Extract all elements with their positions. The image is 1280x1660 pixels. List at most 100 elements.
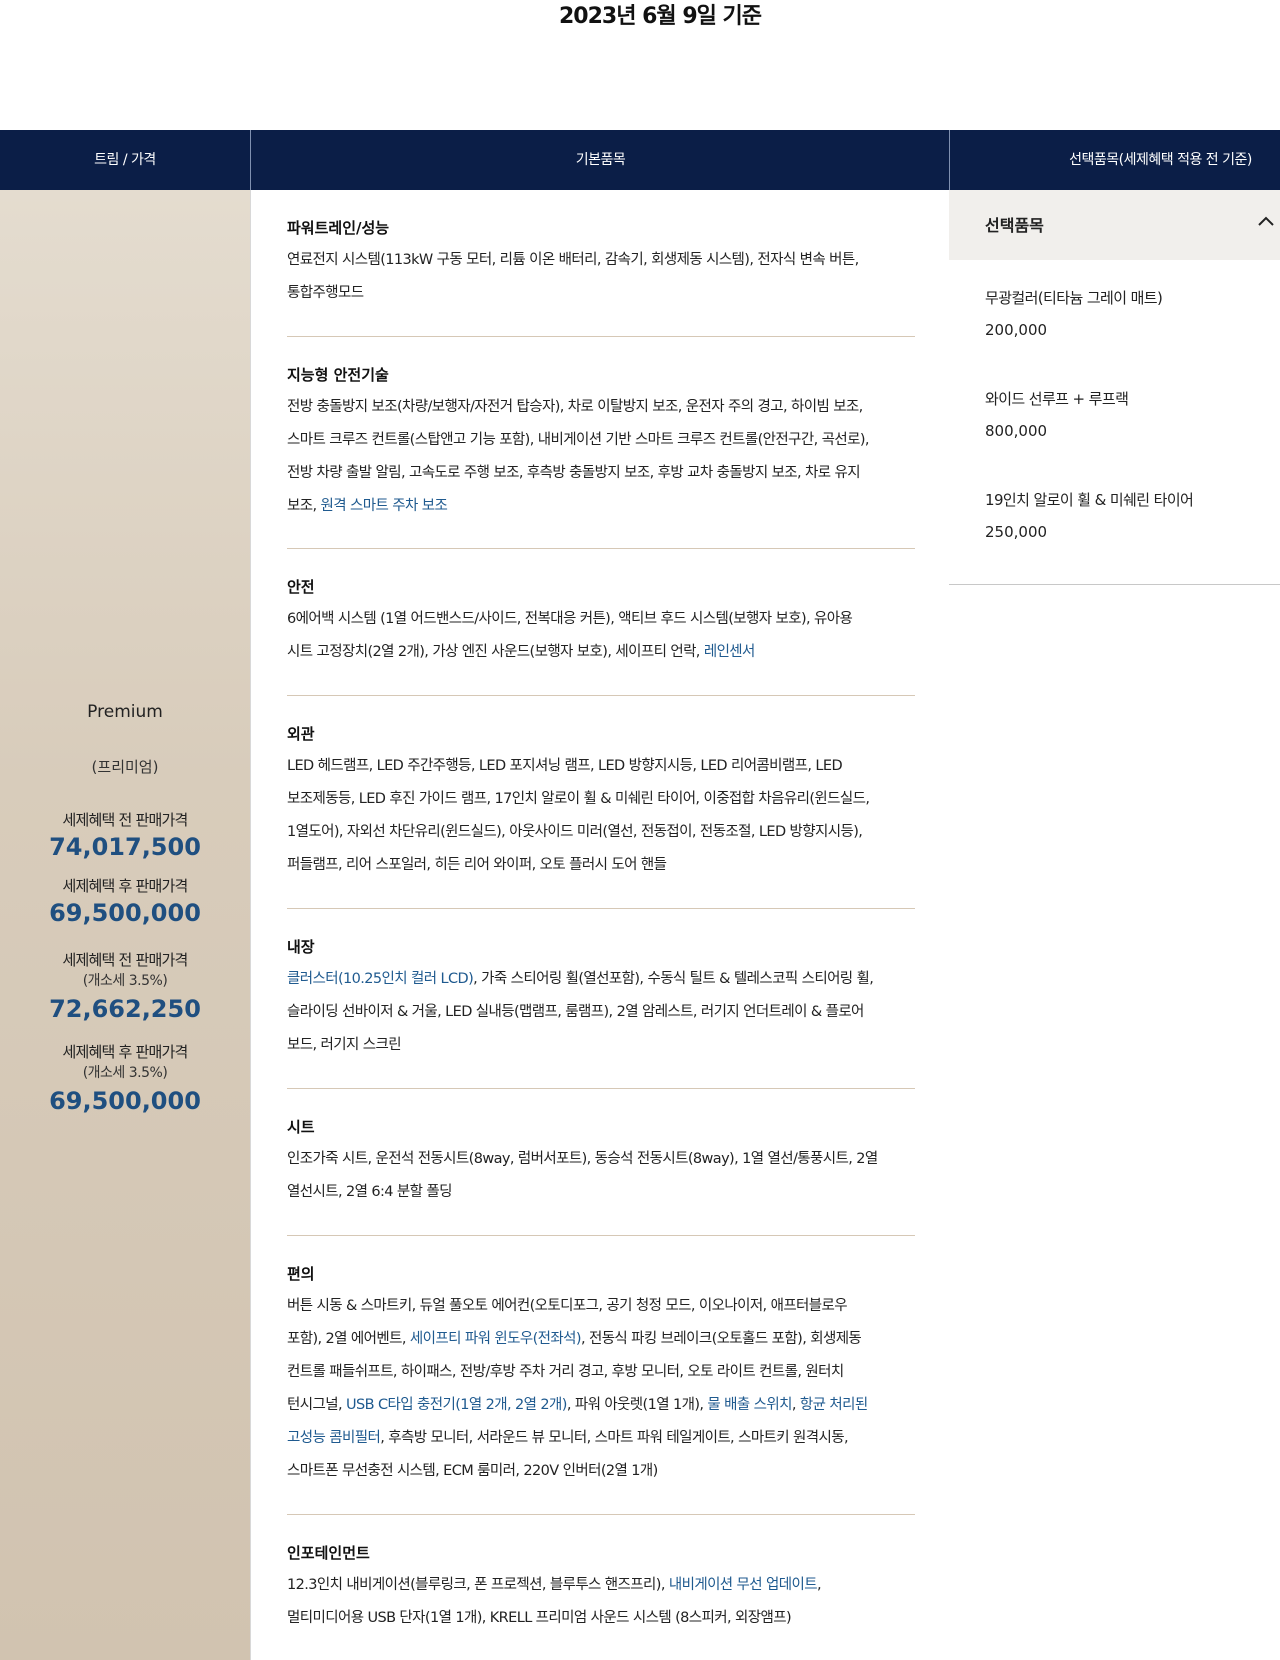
option-header-label: 선택품목: [985, 216, 1044, 235]
highlight-link[interactable]: 세이프티 파워 윈도우(전좌석): [410, 1331, 582, 1347]
section-line: 슬라이딩 선바이저 & 거울, LED 실내등(맵램프, 룸램프), 2열 암레…: [287, 1004, 864, 1020]
price-label: 세제혜택 전 판매가격: [62, 811, 189, 829]
chevron-up-icon[interactable]: [1256, 212, 1276, 232]
option-price: 250,000: [985, 523, 1048, 541]
section-line: 포함), 2열 에어벤트, 세이프티 파워 윈도우(전좌석), 전동식 파킹 브…: [287, 1323, 915, 1356]
price-value: 72,662,250: [49, 995, 201, 1023]
header-basic-items: 기본품목: [250, 130, 950, 190]
divider: [287, 336, 915, 337]
section-convenience: 편의 버튼 시동 & 스마트키, 듀얼 풀오토 에어컨(오토디포그, 공기 청정…: [287, 1258, 915, 1488]
spec-table: 트림 / 가격 기본품목 선택품목(세제혜택 적용 전 기준) Premium …: [0, 130, 1280, 1660]
section-line: 고성능 콤비필터, 후측방 모니터, 서라운드 뷰 모니터, 스마트 파워 테일…: [287, 1422, 915, 1455]
option-accordion-header[interactable]: 선택품목: [949, 190, 1280, 260]
section-line: 연료전지 시스템(113kW 구동 모터, 리튬 이온 배터리, 감속기, 회생…: [287, 252, 859, 268]
header-trim-price: 트림 / 가격: [94, 152, 156, 168]
trim-name: Premium: [87, 702, 163, 722]
section-line: 멀티미디어용 USB 단자(1열 1개), KRELL 프리미엄 사운드 시스템…: [287, 1610, 792, 1626]
line-text: , 전동식 파킹 브레이크(오토홀드 포함), 회생제동: [580, 1331, 862, 1347]
price-before-tax-35: 세제혜택 전 판매가격 (개소세 3.5%) 72,662,250: [0, 950, 250, 1026]
section-infotainment: 인포테인먼트 12.3인치 내비게이션(블루링크, 폰 프로젝션, 블루투스 핸…: [287, 1537, 915, 1635]
section-powertrain: 파워트레인/성능 연료전지 시스템(113kW 구동 모터, 리튬 이온 배터리…: [287, 212, 915, 310]
section-line: 12.3인치 내비게이션(블루링크, 폰 프로젝션, 블루투스 핸즈프리), 내…: [287, 1569, 915, 1602]
divider: [287, 695, 915, 696]
section-body: 버튼 시동 & 스마트키, 듀얼 풀오토 에어컨(오토디포그, 공기 청정 모드…: [287, 1290, 915, 1488]
option-name: 무광컬러(티타늄 그레이 매트): [985, 289, 1163, 307]
section-line: 보드, 러기지 스크린: [287, 1037, 402, 1053]
price-after-tax-35: 세제혜택 후 판매가격 (개소세 3.5%) 69,500,000: [0, 1042, 250, 1118]
line-text: 포함), 2열 에어벤트,: [287, 1331, 410, 1347]
section-line: 통합주행모드: [287, 285, 364, 301]
header-option-label: 선택품목(세제혜택 적용 전 기준): [1069, 152, 1252, 168]
section-interior: 내장 클러스터(10.25인치 컬러 LCD), 가죽 스티어링 휠(열선포함)…: [287, 931, 915, 1062]
line-text: 턴시그널,: [287, 1397, 346, 1413]
price-label: 세제혜택 후 판매가격: [62, 1043, 189, 1061]
section-line: 보조, 원격 스마트 주차 보조: [287, 490, 915, 523]
option-item: 19인치 알로이 휠 & 미쉐린 타이어 250,000: [985, 484, 1265, 548]
line-text: 12.3인치 내비게이션(블루링크, 폰 프로젝션, 블루투스 핸즈프리),: [287, 1577, 669, 1593]
section-title: 지능형 안전기술: [287, 366, 389, 384]
price-value: 69,500,000: [49, 899, 201, 927]
highlight-link[interactable]: 물 배출 스위치: [707, 1397, 792, 1413]
divider: [287, 908, 915, 909]
price-value: 69,500,000: [49, 1087, 201, 1115]
section-line: 전방 충돌방지 보조(차량/보행자/자전거 탑승자), 차로 이탈방지 보조, …: [287, 399, 863, 415]
section-safety: 안전 6에어백 시스템 (1열 어드밴스드/사이드, 전복대응 커튼), 액티브…: [287, 571, 915, 669]
section-line: 인조가죽 시트, 운전석 전동시트(8way, 럼버서포트), 동승석 전동시트…: [287, 1151, 878, 1167]
option-item: 와이드 선루프 + 루프랙 800,000: [985, 383, 1265, 447]
line-text: ,: [817, 1577, 822, 1593]
option-divider: [949, 584, 1280, 585]
price-value: 74,017,500: [49, 833, 201, 861]
section-line: 컨트롤 패들쉬프트, 하이패스, 전방/후방 주차 거리 경고, 후방 모니터,…: [287, 1364, 844, 1380]
option-price: 800,000: [985, 422, 1048, 440]
section-title: 인포테인먼트: [287, 1544, 370, 1562]
price-label: 세제혜택 전 판매가격: [62, 951, 189, 969]
section-title: 내장: [287, 938, 315, 956]
price-sub: (개소세 3.5%): [82, 973, 168, 989]
highlight-link[interactable]: 항균 처리된: [800, 1397, 868, 1413]
section-line: 퍼들램프, 리어 스포일러, 히든 리어 와이퍼, 오토 플러시 도어 핸들: [287, 857, 667, 873]
highlight-link[interactable]: 레인센서: [704, 644, 756, 660]
section-title: 외관: [287, 725, 315, 743]
section-body: 클러스터(10.25인치 컬러 LCD), 가죽 스티어링 휠(열선포함), 수…: [287, 963, 915, 1062]
price-sub: (개소세 3.5%): [82, 1065, 168, 1081]
divider: [287, 1514, 915, 1515]
option-name: 와이드 선루프 + 루프랙: [985, 390, 1129, 408]
line-text: , 후측방 모니터, 서라운드 뷰 모니터, 스마트 파워 테일게이트, 스마트…: [380, 1430, 849, 1446]
divider: [287, 1088, 915, 1089]
date-title: 2023년 6월 9일 기준: [558, 4, 762, 29]
section-body: 12.3인치 내비게이션(블루링크, 폰 프로젝션, 블루투스 핸즈프리), 내…: [287, 1569, 915, 1635]
basic-items-column: 파워트레인/성능 연료전지 시스템(113kW 구동 모터, 리튬 이온 배터리…: [250, 190, 951, 1660]
section-line: 시트 고정장치(2열 2개), 가상 엔진 사운드(보행자 보호), 세이프티 …: [287, 636, 915, 669]
divider: [287, 548, 915, 549]
section-line: 1열도어), 자외선 차단유리(윈드실드), 아웃사이드 미러(열선, 전동접이…: [287, 824, 863, 840]
section-title: 파워트레인/성능: [287, 219, 390, 237]
option-items-column: 선택품목 무광컬러(티타늄 그레이 매트) 200,000 와이드 선루프 + …: [949, 190, 1280, 1660]
option-price: 200,000: [985, 321, 1048, 339]
section-line: 턴시그널, USB C타입 충전기(1열 2개, 2열 2개), 파워 아웃렛(…: [287, 1389, 915, 1422]
section-line: 클러스터(10.25인치 컬러 LCD), 가죽 스티어링 휠(열선포함), 수…: [287, 963, 915, 996]
section-title: 편의: [287, 1265, 315, 1283]
section-line: 스마트 크루즈 컨트롤(스탑앤고 기능 포함), 내비게이션 기반 스마트 크루…: [287, 432, 870, 448]
section-body: 인조가죽 시트, 운전석 전동시트(8way, 럼버서포트), 동승석 전동시트…: [287, 1143, 915, 1209]
section-line: 버튼 시동 & 스마트키, 듀얼 풀오토 에어컨(오토디포그, 공기 청정 모드…: [287, 1298, 848, 1314]
price-label: 세제혜택 후 판매가격: [62, 877, 189, 895]
option-item: 무광컬러(티타늄 그레이 매트) 200,000: [985, 282, 1265, 346]
highlight-link[interactable]: 원격 스마트 주차 보조: [321, 498, 448, 514]
highlight-link[interactable]: 고성능 콤비필터: [287, 1430, 381, 1446]
section-line: 보조제동등, LED 후진 가이드 램프, 17인치 알로이 휠 & 미쉐린 타…: [287, 791, 870, 807]
section-body: 6에어백 시스템 (1열 어드밴스드/사이드, 전복대응 커튼), 액티브 후드…: [287, 603, 915, 669]
section-title: 안전: [287, 578, 315, 596]
section-safety-tech: 지능형 안전기술 전방 충돌방지 보조(차량/보행자/자전거 탑승자), 차로 …: [287, 359, 915, 523]
section-line: LED 헤드램프, LED 주간주행등, LED 포지셔닝 램프, LED 방향…: [287, 758, 843, 774]
divider: [287, 1235, 915, 1236]
section-title: 시트: [287, 1118, 315, 1136]
section-line: 스마트폰 무선충전 시스템, ECM 룸미러, 220V 인버터(2열 1개): [287, 1463, 658, 1479]
section-body: 전방 충돌방지 보조(차량/보행자/자전거 탑승자), 차로 이탈방지 보조, …: [287, 391, 915, 523]
section-line: 열선시트, 2열 6:4 분할 폴딩: [287, 1184, 452, 1200]
highlight-link[interactable]: 내비게이션 무선 업데이트: [669, 1577, 818, 1593]
highlight-link[interactable]: 클러스터(10.25인치 컬러 LCD): [287, 971, 474, 987]
section-exterior: 외관 LED 헤드램프, LED 주간주행등, LED 포지셔닝 램프, LED…: [287, 718, 915, 882]
option-name: 19인치 알로이 휠 & 미쉐린 타이어: [985, 491, 1194, 509]
line-text: , 파워 아웃렛(1열 1개),: [566, 1397, 708, 1413]
highlight-link[interactable]: USB C타입 충전기(1열 2개, 2열 2개): [346, 1397, 567, 1413]
